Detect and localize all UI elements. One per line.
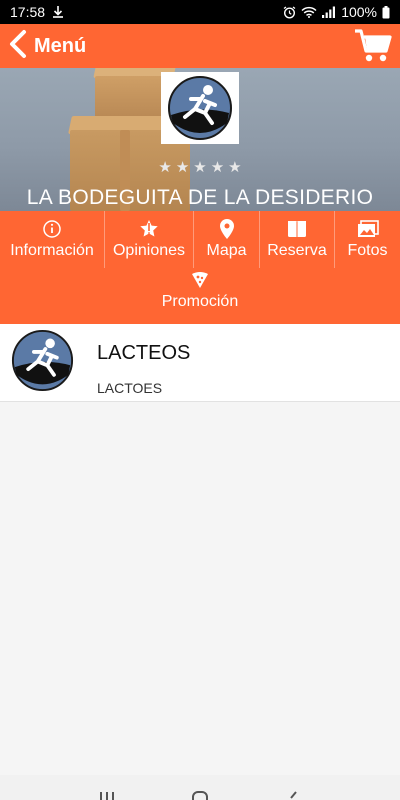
shopping-cart-icon[interactable] bbox=[354, 28, 392, 64]
back-nav-icon[interactable] bbox=[273, 775, 313, 800]
category-thumbnail bbox=[9, 329, 76, 392]
star-icon bbox=[139, 219, 159, 239]
tab-fotos[interactable]: Fotos bbox=[335, 211, 400, 268]
store-logo bbox=[161, 72, 239, 144]
tab-promocion[interactable]: Promoción bbox=[140, 268, 260, 324]
system-nav-bar bbox=[0, 775, 400, 800]
category-list: LACTEOS LACTOES bbox=[0, 324, 400, 775]
list-item[interactable]: LACTEOS LACTOES bbox=[0, 324, 400, 402]
back-label: Menú bbox=[34, 34, 87, 57]
photos-icon bbox=[357, 219, 379, 239]
wifi-icon bbox=[301, 6, 317, 18]
status-bar: 17:58 100% bbox=[0, 0, 400, 24]
battery-level: 100% bbox=[341, 4, 377, 20]
star-icon: ★ bbox=[193, 159, 207, 176]
tab-reserva[interactable]: Reserva bbox=[260, 211, 335, 268]
store-name: LA BODEGUITA DE LA DESIDERIO bbox=[26, 186, 374, 209]
store-tab-menu: Información Opiniones Mapa Reserva Fotos… bbox=[0, 211, 400, 324]
tab-informacion[interactable]: Información bbox=[0, 211, 105, 268]
pizza-icon bbox=[191, 270, 209, 290]
star-icon: ★ bbox=[175, 159, 190, 176]
download-icon bbox=[53, 6, 64, 18]
tab-label: Opiniones bbox=[112, 242, 186, 259]
home-icon[interactable] bbox=[180, 775, 220, 800]
tab-mapa[interactable]: Mapa bbox=[194, 211, 260, 268]
book-icon bbox=[287, 219, 307, 239]
battery-icon bbox=[382, 5, 390, 19]
star-icon: ★ bbox=[210, 159, 225, 176]
tab-label: Promoción bbox=[161, 293, 239, 310]
info-icon bbox=[43, 219, 61, 239]
category-subtitle: LACTOES bbox=[97, 380, 163, 396]
star-icon: ★ bbox=[158, 159, 172, 176]
tab-label: Reserva bbox=[267, 242, 327, 259]
tab-label: Mapa bbox=[206, 242, 247, 259]
map-pin-icon bbox=[219, 219, 234, 239]
category-title: LACTEOS bbox=[97, 342, 191, 364]
status-time: 17:58 bbox=[10, 4, 46, 20]
store-banner: ★ ★ ★ ★ ★ LA BODEGUITA DE LA DESIDERIO bbox=[0, 68, 400, 211]
star-icon: ★ bbox=[228, 159, 242, 176]
tab-label: Fotos bbox=[347, 242, 388, 259]
signal-icon bbox=[322, 6, 336, 18]
back-button[interactable]: Menú bbox=[0, 24, 86, 68]
chevron-left-icon bbox=[8, 29, 28, 64]
app-screen: 17:58 100% Menú ★ ★ ★ ★ ★ LA BODEGUITA D… bbox=[0, 0, 400, 800]
alarm-icon bbox=[283, 5, 296, 19]
app-bar: Menú bbox=[0, 24, 400, 68]
rating-stars: ★ ★ ★ ★ ★ bbox=[0, 160, 400, 175]
recent-apps-icon[interactable] bbox=[87, 775, 127, 800]
tab-label: Información bbox=[10, 242, 94, 259]
tab-opiniones[interactable]: Opiniones bbox=[105, 211, 194, 268]
